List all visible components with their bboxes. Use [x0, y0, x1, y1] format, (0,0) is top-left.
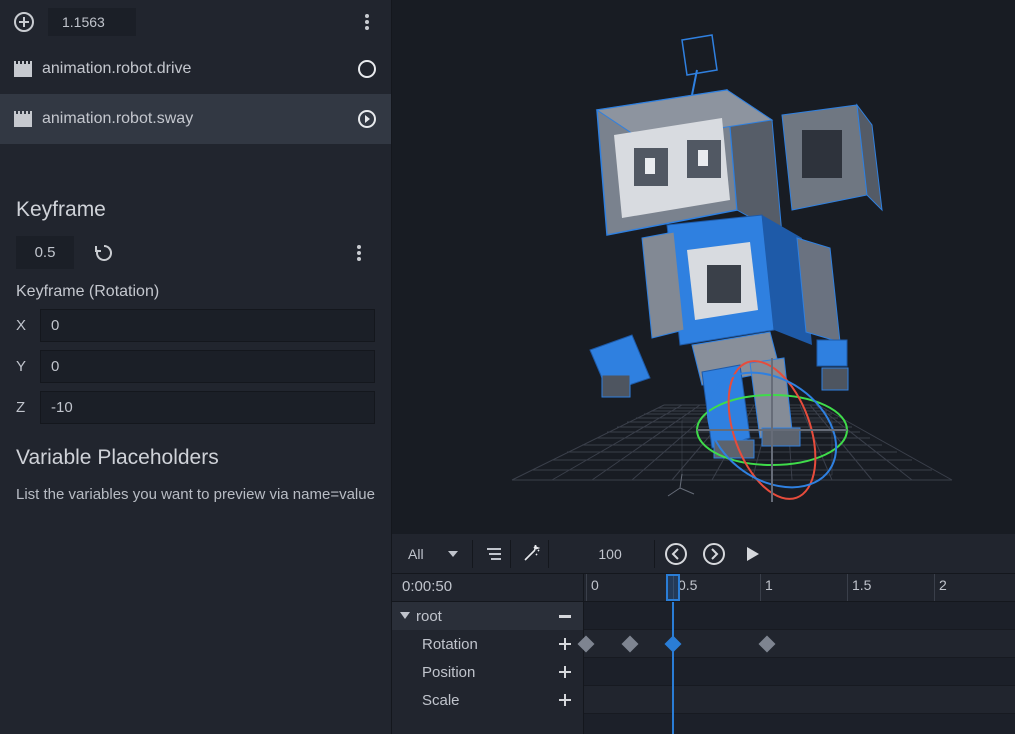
track-row[interactable]	[584, 630, 1015, 658]
more-menu-button[interactable]	[343, 237, 375, 269]
channel-label: Position	[422, 664, 549, 681]
list-view-icon[interactable]	[477, 540, 511, 568]
add-keyframe-icon[interactable]	[555, 666, 575, 678]
timeline-toolbar: All	[392, 534, 1015, 574]
robot-model	[590, 35, 882, 458]
play-button[interactable]	[735, 540, 769, 568]
animation-duration-input[interactable]	[48, 8, 136, 36]
rotation-z-input[interactable]	[40, 391, 375, 424]
animation-name: animation.robot.drive	[42, 60, 347, 78]
ruler-tick: 0	[586, 574, 599, 601]
x-label: X	[16, 317, 30, 334]
keyframe-diamond[interactable]	[621, 635, 638, 652]
timecode: 0:00:50	[392, 574, 584, 601]
clip-icon	[14, 111, 32, 127]
prev-frame-button[interactable]	[659, 540, 693, 568]
playhead-line	[672, 602, 674, 734]
animation-list: animation.robot.drive animation.robot.sw…	[0, 44, 391, 144]
playhead[interactable]	[666, 574, 680, 601]
root-label: root	[416, 608, 549, 625]
track-row[interactable]	[584, 602, 1015, 630]
keyframe-section: Keyframe Keyframe (Rotation) X Y	[0, 184, 391, 507]
animation-name: animation.robot.sway	[42, 110, 347, 128]
animation-row[interactable]: animation.robot.sway	[0, 94, 391, 144]
keyframe-title: Keyframe	[16, 198, 375, 222]
add-animation-button[interactable]	[8, 6, 40, 38]
placeholders-title: Variable Placeholders	[16, 446, 375, 470]
timeline-ruler[interactable]: 00.511.52	[584, 574, 1015, 601]
collapse-icon[interactable]	[555, 615, 575, 618]
ruler-tick: 1	[760, 574, 773, 601]
y-label: Y	[16, 358, 30, 375]
rotation-y-input[interactable]	[40, 350, 375, 383]
track-row[interactable]	[584, 658, 1015, 686]
tree-channel-row[interactable]: Scale	[392, 686, 583, 714]
channel-label: Scale	[422, 692, 549, 709]
track-row[interactable]	[584, 686, 1015, 714]
keyframe-rotation-heading: Keyframe (Rotation)	[16, 283, 375, 301]
keyframe-diamond[interactable]	[759, 635, 776, 652]
reset-icon[interactable]	[92, 237, 116, 269]
next-frame-button[interactable]	[697, 540, 731, 568]
zoom-input[interactable]	[567, 540, 655, 568]
animation-row[interactable]: animation.robot.drive	[0, 44, 391, 94]
add-keyframe-icon[interactable]	[555, 638, 575, 650]
record-icon[interactable]	[357, 59, 377, 79]
z-label: Z	[16, 399, 30, 416]
rotation-x-input[interactable]	[40, 309, 375, 342]
add-keyframe-icon[interactable]	[555, 694, 575, 706]
tree-root-row[interactable]: root	[392, 602, 583, 630]
tree-channel-row[interactable]: Rotation	[392, 630, 583, 658]
timeline-tracks[interactable]	[584, 602, 1015, 734]
filter-dropdown[interactable]: All	[398, 540, 473, 568]
timeline-panel: All	[392, 534, 1015, 734]
clip-icon	[14, 61, 32, 77]
timeline-tree: root Rotation Position Scale	[392, 602, 584, 734]
animation-toolbar	[0, 0, 391, 44]
channel-label: Rotation	[422, 636, 549, 653]
chevron-down-icon	[448, 551, 458, 557]
placeholders-desc: List the variables you want to preview v…	[16, 484, 375, 507]
more-menu-button[interactable]	[351, 6, 383, 38]
ruler-tick: 2	[934, 574, 947, 601]
play-icon[interactable]	[357, 109, 377, 129]
compass-icon	[668, 474, 694, 496]
tree-channel-row[interactable]: Position	[392, 658, 583, 686]
filter-label: All	[408, 546, 424, 562]
viewport-3d[interactable]	[392, 0, 1015, 534]
chevron-down-icon	[400, 612, 410, 620]
ruler-tick: 1.5	[847, 574, 871, 601]
keyframe-time-input[interactable]	[16, 236, 74, 269]
magic-wand-icon[interactable]	[515, 540, 549, 568]
